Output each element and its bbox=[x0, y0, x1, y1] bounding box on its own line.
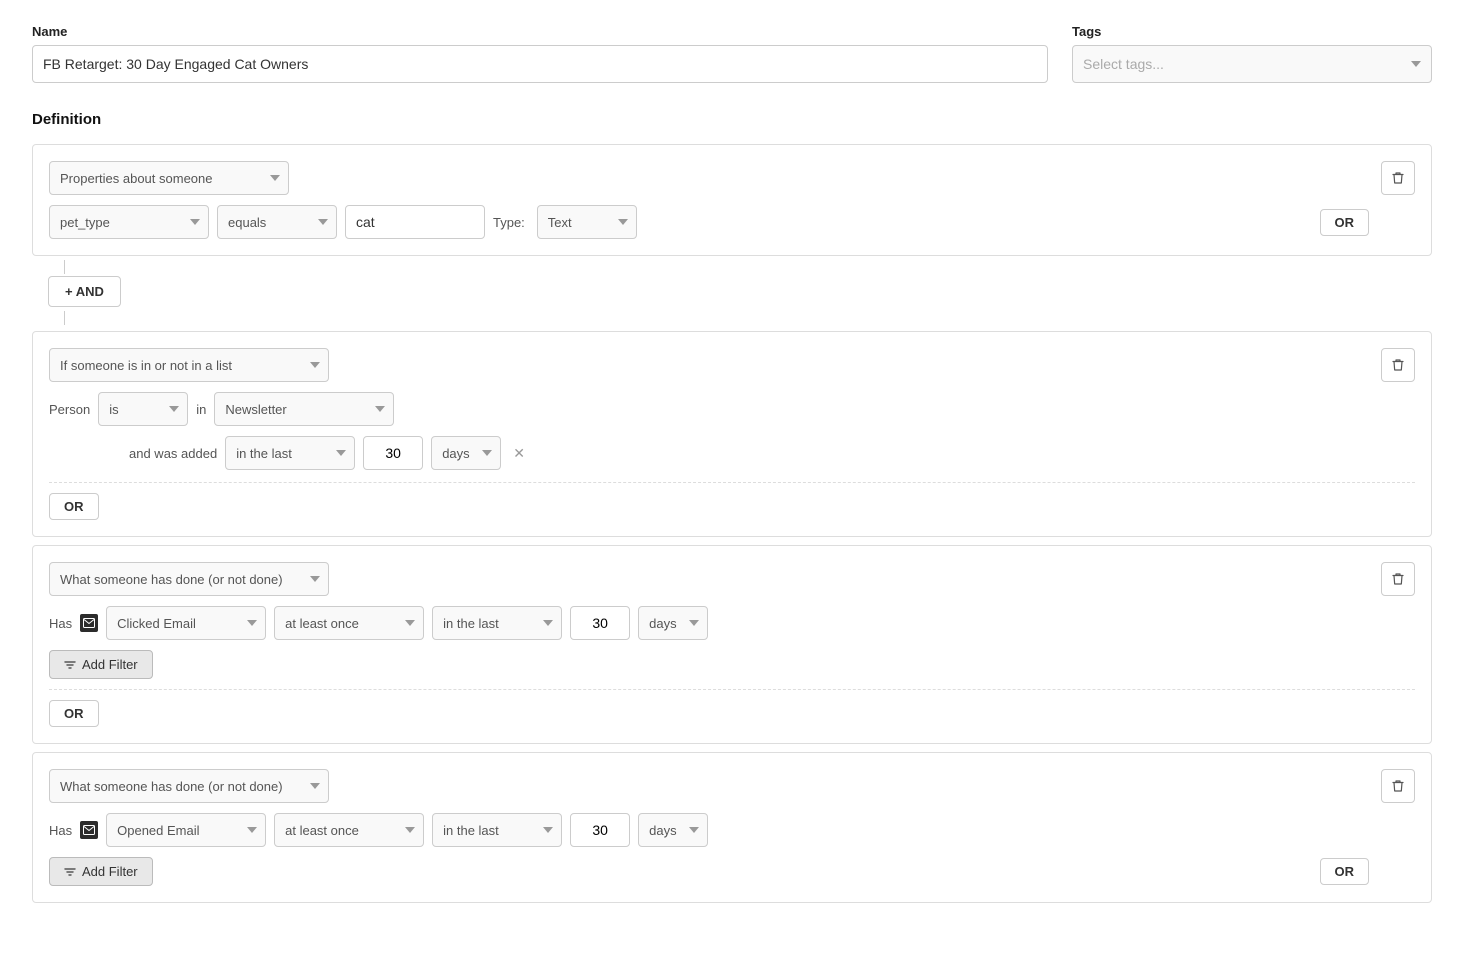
time-range-select[interactable]: in the last bbox=[225, 436, 355, 470]
condition-block-3: What someone has done (or not done) Has … bbox=[32, 545, 1432, 744]
add-filter-btn-4[interactable]: Add Filter bbox=[49, 857, 153, 886]
days-unit-select-2[interactable]: days bbox=[431, 436, 501, 470]
name-label: Name bbox=[32, 24, 1048, 39]
or-button-inline-1[interactable]: OR bbox=[1320, 209, 1370, 236]
event-select-3[interactable]: Clicked Email bbox=[106, 606, 266, 640]
definition-label: Definition bbox=[32, 111, 1432, 128]
frequency-select-3[interactable]: at least once bbox=[274, 606, 424, 640]
name-input[interactable] bbox=[32, 45, 1048, 83]
clicked-email-icon bbox=[80, 614, 98, 632]
add-filter-btn-3[interactable]: Add Filter bbox=[49, 650, 153, 679]
operator-select[interactable]: equals bbox=[217, 205, 337, 239]
add-filter-label-4: Add Filter bbox=[82, 864, 138, 879]
and-was-added-label: and was added bbox=[129, 446, 217, 461]
condition-block-1: Properties about someone pet_type equals… bbox=[32, 144, 1432, 256]
condition-type-select-4[interactable]: What someone has done (or not done) bbox=[49, 769, 329, 803]
has-label-3: Has bbox=[49, 616, 72, 631]
type-select[interactable]: Text bbox=[537, 205, 637, 239]
frequency-select-4[interactable]: at least once bbox=[274, 813, 424, 847]
type-label: Type: bbox=[493, 215, 525, 230]
condition-type-select-1[interactable]: Properties about someone bbox=[49, 161, 289, 195]
days-input-3[interactable] bbox=[570, 606, 630, 640]
close-icon-2[interactable]: ✕ bbox=[509, 445, 529, 462]
condition-block-4: What someone has done (or not done) Has … bbox=[32, 752, 1432, 903]
condition-type-select-2[interactable]: If someone is in or not in a list bbox=[49, 348, 329, 382]
list-select[interactable]: Newsletter bbox=[214, 392, 394, 426]
tags-select[interactable]: Select tags... bbox=[1072, 45, 1432, 83]
days-unit-select-4[interactable]: days bbox=[638, 813, 708, 847]
or-button-4[interactable]: OR bbox=[1320, 858, 1370, 885]
delete-block-1[interactable] bbox=[1381, 161, 1415, 195]
value-input[interactable] bbox=[345, 205, 485, 239]
days-input-4[interactable] bbox=[570, 813, 630, 847]
condition-block-2: If someone is in or not in a list Person… bbox=[32, 331, 1432, 537]
property-select[interactable]: pet_type bbox=[49, 205, 209, 239]
time-select-4[interactable]: in the last bbox=[432, 813, 562, 847]
days-unit-select-3[interactable]: days bbox=[638, 606, 708, 640]
delete-block-3[interactable] bbox=[1381, 562, 1415, 596]
time-select-3[interactable]: in the last bbox=[432, 606, 562, 640]
opened-email-icon bbox=[80, 821, 98, 839]
has-label-4: Has bbox=[49, 823, 72, 838]
and-button[interactable]: + AND bbox=[48, 276, 121, 307]
person-label: Person bbox=[49, 402, 90, 417]
or-button-3[interactable]: OR bbox=[49, 700, 99, 727]
tags-label: Tags bbox=[1072, 24, 1432, 39]
or-button-2[interactable]: OR bbox=[49, 493, 99, 520]
delete-block-4[interactable] bbox=[1381, 769, 1415, 803]
condition-type-select-3[interactable]: What someone has done (or not done) bbox=[49, 562, 329, 596]
event-select-4[interactable]: Opened Email bbox=[106, 813, 266, 847]
days-input-2[interactable] bbox=[363, 436, 423, 470]
in-label: in bbox=[196, 402, 206, 417]
is-select[interactable]: is bbox=[98, 392, 188, 426]
delete-block-2[interactable] bbox=[1381, 348, 1415, 382]
add-filter-label-3: Add Filter bbox=[82, 657, 138, 672]
